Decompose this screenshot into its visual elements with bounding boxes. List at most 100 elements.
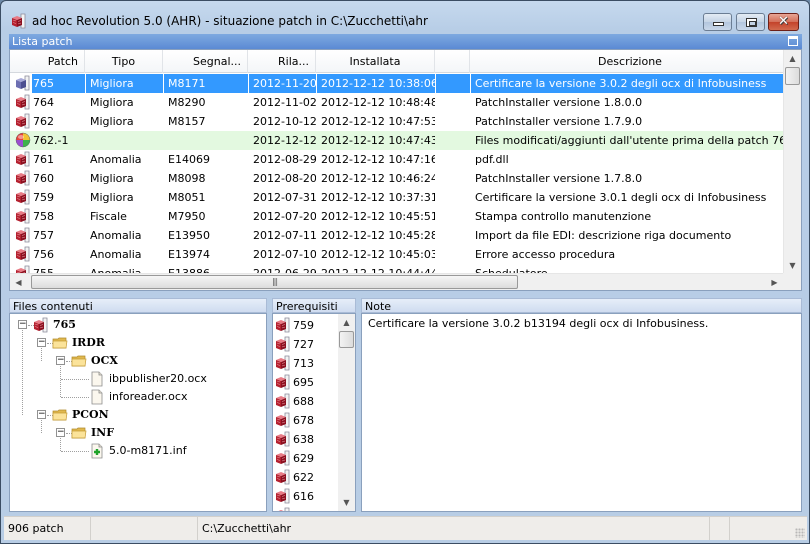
minimize-icon: [713, 22, 724, 26]
cell-blank: [436, 169, 470, 188]
cell-patch: 757: [33, 229, 54, 242]
cell-descrizione: Import da file EDI: descrizione riga doc…: [475, 229, 732, 242]
scroll-up-icon[interactable]: ▲: [338, 314, 355, 331]
tree-node-label: inforeader.ocx: [109, 390, 188, 403]
table-row[interactable]: 756 Anomalia E13974 2012-07-10 2012-12-12 10…: [10, 245, 783, 264]
patch-grid[interactable]: Patch Tipo Segnal... Rila... Installata …: [9, 49, 802, 291]
cell-rilascio: 2012-07-20: [253, 210, 316, 223]
prerequisite-label: 695: [293, 376, 314, 389]
scroll-right-icon[interactable]: ▶: [766, 274, 783, 290]
column-header-rilascio[interactable]: Rila...: [248, 50, 316, 73]
patch-cube-icon: [275, 450, 291, 466]
maximize-button[interactable]: [736, 13, 765, 31]
patch-cube-icon: [275, 431, 291, 447]
column-header-installata[interactable]: Installata: [316, 50, 435, 73]
prerequisite-label: 759: [293, 319, 314, 332]
prerequisiti-list[interactable]: 759 727 713 695 688 678 638 629 622 616 605 ▲ ▼: [272, 313, 356, 512]
table-row[interactable]: 765 Migliora M8171 2012-11-20 2012-12-12 10:…: [10, 74, 783, 93]
cell-patch: 765: [32, 74, 85, 93]
prerequisite-label: 727: [293, 338, 314, 351]
patch-cube-icon: [15, 94, 31, 110]
close-button[interactable]: ✕: [768, 13, 799, 31]
table-row[interactable]: 759 Migliora M8051 2012-07-31 2012-12-12 10:…: [10, 188, 783, 207]
grid-horizontal-scrollbar[interactable]: ◀ ||| ▶: [10, 273, 783, 290]
minimize-button[interactable]: [703, 13, 732, 31]
scroll-down-icon[interactable]: ▼: [338, 494, 355, 511]
status-path: C:\Zucchetti\ahr: [198, 517, 710, 540]
patch-cube-icon: [15, 246, 31, 262]
collapse-icon[interactable]: −: [37, 338, 46, 347]
tree-node[interactable]: − 765: [10, 316, 260, 334]
prerequisiti-scrollbar[interactable]: ▲ ▼: [338, 314, 355, 511]
status-bar: 906 patch C:\Zucchetti\ahr: [4, 516, 807, 540]
prerequisite-label: 638: [293, 433, 314, 446]
table-row[interactable]: 758 Fiscale M7950 2012-07-20 2012-12-12 10:4…: [10, 207, 783, 226]
cell-installata: 2012-12-12 10:38:06: [317, 74, 435, 93]
cell-blank: [436, 207, 470, 226]
cell-rilascio: 2012-08-20: [253, 172, 316, 185]
column-header-blank[interactable]: [435, 50, 470, 73]
column-header-descrizione[interactable]: Descrizione: [470, 50, 790, 73]
files-tree[interactable]: −765− IRDR − OCX ibpublisher20.ocx inforeader…: [9, 313, 267, 512]
scroll-thumb[interactable]: [339, 331, 354, 348]
tree-connector: [41, 348, 42, 361]
cell-patch: 758: [33, 210, 54, 223]
collapse-icon[interactable]: −: [56, 356, 65, 365]
table-row[interactable]: 757 Anomalia E13950 2012-07-11 2012-12-12 10…: [10, 226, 783, 245]
cell-rilascio: 2012-11-02: [253, 96, 316, 109]
hscroll-thumb[interactable]: |||: [31, 275, 518, 289]
cell-segnalazione: E14069: [168, 153, 210, 166]
file-added-icon: [89, 443, 105, 459]
scroll-down-icon[interactable]: ▼: [784, 257, 801, 274]
cell-patch: 764: [33, 96, 54, 109]
title-bar[interactable]: ad hoc Revolution 5.0 (AHR) - situazione…: [1, 1, 809, 33]
cell-installata: 2012-12-12 10:37:31: [321, 191, 435, 204]
collapse-icon[interactable]: −: [37, 410, 46, 419]
collapse-icon[interactable]: −: [18, 320, 27, 329]
tree-connector: [61, 451, 89, 452]
tree-connector: [22, 330, 23, 415]
grid-vertical-scrollbar[interactable]: ▲ ▼: [783, 50, 801, 274]
cell-rilascio: 2012-08-29: [253, 153, 316, 166]
cell-descrizione: Certificare la versione 3.0.1 degli ocx …: [475, 191, 767, 204]
cell-rilascio: 2012-07-10: [253, 248, 316, 261]
note-title: Note: [365, 300, 392, 313]
column-header-segnalazione[interactable]: Segnal...: [163, 50, 248, 73]
tree-node[interactable]: 5.0-m8171.inf: [10, 442, 260, 460]
cell-blank: [436, 150, 470, 169]
file-icon: [89, 389, 105, 405]
tree-node[interactable]: − OCX: [10, 352, 260, 370]
resize-grip-icon[interactable]: [795, 528, 805, 538]
scroll-up-icon[interactable]: ▲: [784, 50, 801, 67]
tree-node[interactable]: − INF: [10, 424, 260, 442]
prerequisite-label: 688: [293, 395, 314, 408]
cell-descrizione: PatchInstaller versione 1.7.9.0: [475, 115, 643, 128]
cell-tipo: Anomalia: [90, 248, 142, 261]
patch-cube-icon: [15, 170, 31, 186]
cell-blank: [436, 226, 470, 245]
panel-restore-icon[interactable]: [788, 36, 798, 46]
table-row[interactable]: 762 Migliora M8157 2012-10-12 2012-12-12 10:…: [10, 112, 783, 131]
cell-segnalazione: M8171: [164, 74, 248, 93]
tree-node[interactable]: inforeader.ocx: [10, 388, 260, 406]
column-header-patch[interactable]: Patch: [10, 50, 85, 73]
scroll-left-icon[interactable]: ◀: [10, 274, 27, 290]
tree-node-label: IRDR: [72, 336, 105, 349]
prerequisite-label: 629: [293, 452, 314, 465]
collapse-icon[interactable]: −: [56, 428, 65, 437]
column-header-tipo[interactable]: Tipo: [85, 50, 163, 73]
scroll-thumb[interactable]: [785, 67, 800, 85]
patch-cube-icon: [275, 355, 291, 371]
table-row[interactable]: 764 Migliora M8290 2012-11-02 2012-12-12 10:…: [10, 93, 783, 112]
tree-node[interactable]: ibpublisher20.ocx: [10, 370, 260, 388]
cell-segnalazione: [164, 131, 248, 150]
table-row[interactable]: 761 Anomalia E14069 2012-08-29 2012-12-12 10…: [10, 150, 783, 169]
tree-connector: [61, 397, 89, 398]
table-row[interactable]: 762.-1 2012-12-12 2012-12-12 10:47:43 Files…: [10, 131, 783, 150]
cell-descrizione: Certificare la versione 3.0.2 degli ocx …: [471, 74, 783, 93]
tree-node[interactable]: − IRDR: [10, 334, 260, 352]
note-text-area[interactable]: Certificare la versione 3.0.2 b13194 deg…: [361, 313, 802, 512]
table-row[interactable]: 760 Migliora M8098 2012-08-20 2012-12-12 10:…: [10, 169, 783, 188]
tree-node[interactable]: − PCON: [10, 406, 260, 424]
tree-node-label: PCON: [72, 408, 109, 421]
